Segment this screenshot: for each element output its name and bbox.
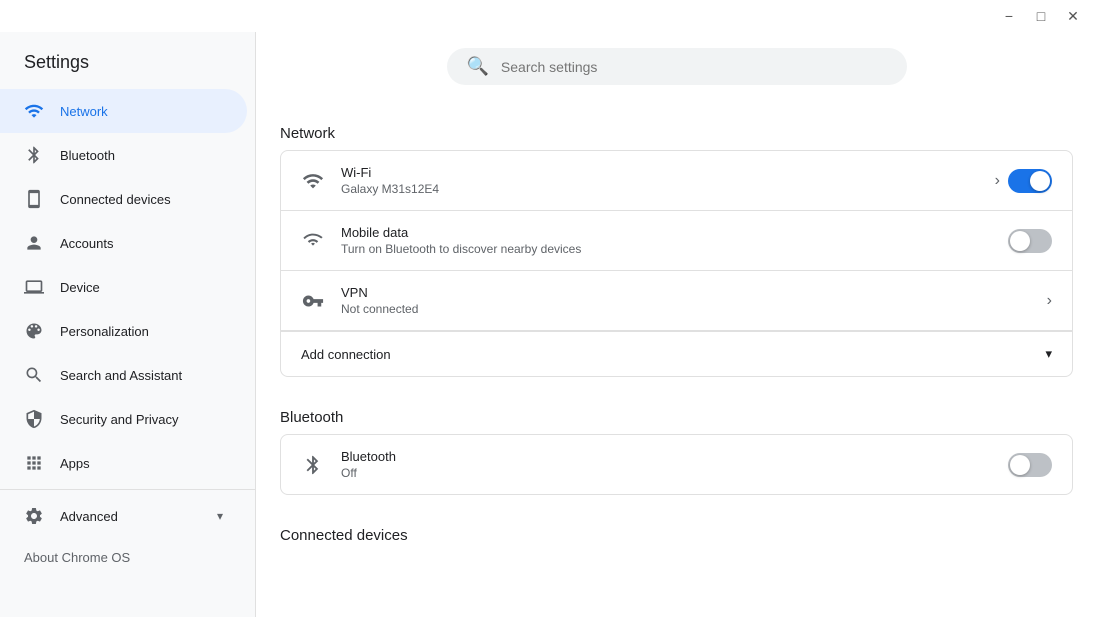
sidebar-item-accounts[interactable]: Accounts xyxy=(0,221,247,265)
bluetooth-card: Bluetooth Off xyxy=(280,434,1073,495)
add-connection-row[interactable]: Add connection ▾ xyxy=(281,331,1072,376)
wifi-icon xyxy=(301,169,325,193)
mobile-data-text: Mobile data Turn on Bluetooth to discove… xyxy=(341,225,992,256)
sidebar-divider xyxy=(0,489,255,490)
vpn-title: VPN xyxy=(341,285,1031,300)
bluetooth-row-title: Bluetooth xyxy=(341,449,992,464)
mobile-data-row[interactable]: Mobile data Turn on Bluetooth to discove… xyxy=(281,211,1072,271)
sidebar-item-security-label: Security and Privacy xyxy=(60,412,179,427)
search-icon: 🔍 xyxy=(467,56,489,77)
vpn-text: VPN Not connected xyxy=(341,285,1031,316)
bluetooth-icon xyxy=(24,145,44,165)
bluetooth-toggle-thumb xyxy=(1010,455,1030,475)
wifi-chevron-icon: › xyxy=(995,172,1000,190)
wifi-title: Wi-Fi xyxy=(341,165,979,180)
vpn-action: › xyxy=(1047,292,1052,310)
mobile-data-subtitle: Turn on Bluetooth to discover nearby dev… xyxy=(341,242,992,256)
device-icon xyxy=(24,277,44,297)
sidebar-item-advanced[interactable]: Advanced ▾ xyxy=(0,494,247,538)
about-chromeos-item[interactable]: About Chrome OS xyxy=(0,538,255,577)
bluetooth-row-action xyxy=(1008,453,1052,477)
titlebar: − □ ✕ xyxy=(0,0,1097,32)
vpn-chevron-icon: › xyxy=(1047,292,1052,310)
wifi-toggle-thumb xyxy=(1030,171,1050,191)
mobile-data-toggle[interactable] xyxy=(1008,229,1052,253)
sidebar-item-search-assistant-label: Search and Assistant xyxy=(60,368,182,383)
network-card: Wi-Fi Galaxy M31s12E4 › Mobile data xyxy=(280,150,1073,377)
advanced-chevron-icon: ▾ xyxy=(217,509,223,523)
sidebar-item-bluetooth[interactable]: Bluetooth xyxy=(0,133,247,177)
sidebar-item-network[interactable]: Network xyxy=(0,89,247,133)
add-connection-label: Add connection xyxy=(301,347,391,362)
search-assistant-icon xyxy=(24,365,44,385)
mobile-data-title: Mobile data xyxy=(341,225,992,240)
vpn-row[interactable]: VPN Not connected › xyxy=(281,271,1072,331)
network-section-header: Network xyxy=(280,109,1073,150)
bluetooth-row[interactable]: Bluetooth Off xyxy=(281,435,1072,494)
wifi-toggle[interactable] xyxy=(1008,169,1052,193)
bluetooth-section-header: Bluetooth xyxy=(280,393,1073,434)
accounts-icon xyxy=(24,233,44,253)
bluetooth-toggle[interactable] xyxy=(1008,453,1052,477)
wifi-action: › xyxy=(995,169,1052,193)
maximize-button[interactable]: □ xyxy=(1025,0,1057,32)
sidebar-item-device[interactable]: Device xyxy=(0,265,247,309)
wifi-row[interactable]: Wi-Fi Galaxy M31s12E4 › xyxy=(281,151,1072,211)
app-container: Settings Network Bluetooth Connected dev… xyxy=(0,32,1097,617)
wifi-subtitle: Galaxy M31s12E4 xyxy=(341,182,979,196)
search-input[interactable] xyxy=(501,59,887,75)
connected-devices-section-header: Connected devices xyxy=(280,511,1073,552)
sidebar-item-accounts-label: Accounts xyxy=(60,236,113,251)
bluetooth-row-icon xyxy=(301,453,325,477)
sidebar-item-personalization-label: Personalization xyxy=(60,324,149,339)
sidebar-item-bluetooth-label: Bluetooth xyxy=(60,148,115,163)
sidebar: Settings Network Bluetooth Connected dev… xyxy=(0,32,256,617)
wifi-text: Wi-Fi Galaxy M31s12E4 xyxy=(341,165,979,196)
sidebar-item-search-assistant[interactable]: Search and Assistant xyxy=(0,353,247,397)
mobile-data-toggle-thumb xyxy=(1010,231,1030,251)
mobile-data-icon xyxy=(301,229,325,253)
bluetooth-row-text: Bluetooth Off xyxy=(341,449,992,480)
minimize-button[interactable]: − xyxy=(993,0,1025,32)
advanced-icon xyxy=(24,506,44,526)
close-button[interactable]: ✕ xyxy=(1057,0,1089,32)
sidebar-item-apps-label: Apps xyxy=(60,456,90,471)
sidebar-item-connected-devices[interactable]: Connected devices xyxy=(0,177,247,221)
vpn-icon xyxy=(301,289,325,313)
security-icon xyxy=(24,409,44,429)
sidebar-title: Settings xyxy=(0,32,255,89)
personalization-icon xyxy=(24,321,44,341)
apps-icon xyxy=(24,453,44,473)
mobile-data-action xyxy=(1008,229,1052,253)
main-content: 🔍 Network Wi-Fi Galaxy M31s12E4 › xyxy=(256,32,1097,617)
vpn-subtitle: Not connected xyxy=(341,302,1031,316)
sidebar-item-network-label: Network xyxy=(60,104,108,119)
sidebar-item-device-label: Device xyxy=(60,280,100,295)
sidebar-item-advanced-label: Advanced xyxy=(60,509,118,524)
search-bar: 🔍 xyxy=(447,48,907,85)
sidebar-item-apps[interactable]: Apps xyxy=(0,441,247,485)
sidebar-item-security[interactable]: Security and Privacy xyxy=(0,397,247,441)
search-container: 🔍 xyxy=(280,32,1073,109)
bluetooth-row-subtitle: Off xyxy=(341,466,992,480)
add-connection-chevron-icon: ▾ xyxy=(1045,346,1052,362)
sidebar-item-personalization[interactable]: Personalization xyxy=(0,309,247,353)
connected-devices-icon xyxy=(24,189,44,209)
network-icon xyxy=(24,101,44,121)
sidebar-item-connected-devices-label: Connected devices xyxy=(60,192,171,207)
